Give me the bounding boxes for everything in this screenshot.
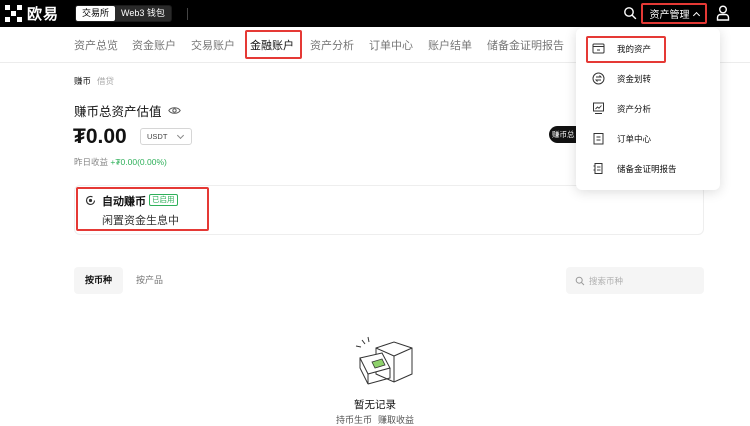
topbar-divider [187, 8, 188, 20]
dropdown-label-order-center: 订单中心 [617, 134, 652, 144]
crumb-earn[interactable]: 赚币 [74, 76, 91, 86]
user-icon[interactable] [716, 5, 730, 21]
empty-state-title: 暂无记录 [354, 399, 396, 411]
chevron-down-icon [176, 131, 185, 140]
auto-earn-subtitle: 闲置资金生息中 [102, 215, 179, 227]
crumb-loan[interactable]: 借贷 [97, 76, 114, 86]
dropdown-label-transfer: 资金划转 [617, 74, 652, 84]
tab-by-coin[interactable]: 按币种 [74, 267, 124, 294]
hold-to-earn-link[interactable]: 持币生币 [336, 415, 372, 425]
top-navigation-bar: 欧易 交易所 Web3 钱包 资产管理 [0, 0, 750, 27]
subnav-funding-account[interactable]: 资金账户 [132, 37, 176, 53]
asset-management-menu-button[interactable]: 资产管理 [641, 3, 707, 24]
analysis-icon [593, 102, 604, 114]
auto-earn-icon [85, 195, 96, 206]
yesterday-earnings-value: +₮0.00(0.00%) [110, 157, 167, 167]
coin-search-box[interactable] [566, 267, 704, 294]
order-icon [593, 133, 604, 145]
platform-switch: 交易所 Web3 钱包 [75, 5, 172, 22]
dropdown-item-asset-analysis[interactable]: 资产分析 [576, 94, 720, 124]
total-valuation-label: 赚币总资产估值 [74, 105, 162, 119]
empty-box-illustration [355, 336, 413, 385]
transfer-icon [592, 72, 605, 85]
coin-search-input[interactable] [589, 275, 699, 286]
dropdown-item-transfer[interactable]: 资金划转 [576, 64, 720, 94]
dropdown-item-order-center[interactable]: 订单中心 [576, 124, 720, 154]
dropdown-label-proof-of-reserves: 储备金证明报告 [617, 164, 677, 174]
subnav-proof-of-reserves[interactable]: 储备金证明报告 [487, 37, 564, 53]
earn-button[interactable]: 赚币总 [549, 126, 577, 143]
total-valuation-title: 赚币总资产估值 [74, 101, 181, 120]
okx-logo[interactable]: 欧易 [5, 4, 59, 23]
exchange-tab[interactable]: 交易所 [76, 6, 116, 21]
subnav-asset-analysis[interactable]: 资产分析 [310, 37, 354, 53]
subnav-account-statement[interactable]: 账户结单 [428, 37, 472, 53]
dropdown-item-proof-of-reserves[interactable]: 储备金证明报告 [576, 154, 720, 184]
asset-management-label: 资产管理 [649, 10, 690, 21]
financial-account-highlight [245, 30, 302, 59]
enabled-badge: 已启用 [149, 194, 178, 206]
currency-unit-value: USDT [147, 132, 168, 141]
chevron-up-icon [692, 11, 700, 19]
currency-unit-select[interactable]: USDT [140, 128, 192, 145]
total-balance: ₮0.00 [73, 125, 127, 148]
web3-wallet-tab[interactable]: Web3 钱包 [115, 6, 171, 21]
search-icon[interactable] [623, 6, 637, 20]
okx-logo-mark-icon [5, 5, 22, 22]
subnav-asset-overview[interactable]: 资产总览 [74, 37, 118, 53]
report-icon [593, 163, 603, 174]
empty-state-links: 持币生币 赚取收益 [0, 413, 750, 426]
holdings-view-tabs: 按币种 按产品 [74, 267, 176, 294]
auto-earn-title[interactable]: 自动赚币 [102, 193, 146, 209]
yesterday-earnings-label: 昨日收益 [74, 157, 111, 167]
eye-icon[interactable] [167, 106, 181, 115]
my-assets-highlight [586, 36, 666, 63]
tab-by-product[interactable]: 按产品 [125, 267, 174, 294]
search-icon [575, 276, 585, 285]
subnav-order-center[interactable]: 订单中心 [369, 37, 413, 53]
logo-text: 欧易 [27, 6, 60, 23]
dropdown-label-asset-analysis: 资产分析 [617, 104, 652, 114]
yesterday-earnings: 昨日收益 +₮0.00(0.00%) [74, 156, 167, 168]
product-breadcrumb: 赚币 借贷 [74, 75, 114, 87]
earn-rewards-link[interactable]: 赚取收益 [378, 415, 414, 425]
subnav-trading-account[interactable]: 交易账户 [191, 37, 235, 53]
